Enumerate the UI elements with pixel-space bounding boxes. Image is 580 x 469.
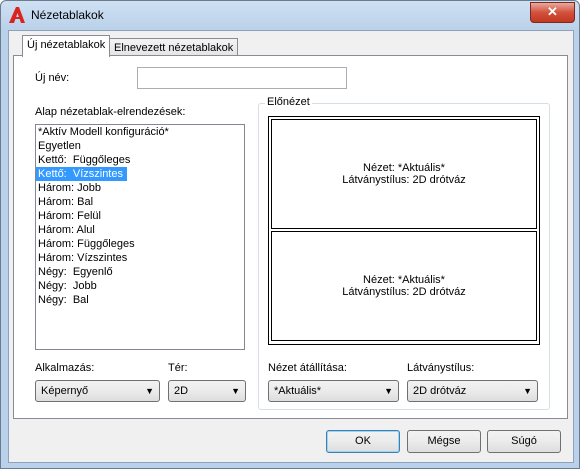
layout-list-item-label: Négy: Jobb — [38, 280, 97, 292]
ok-button[interactable]: OK — [326, 430, 400, 453]
layout-list-item-label: Négy: Bal — [38, 294, 89, 306]
chevron-down-icon: ▼ — [523, 386, 532, 396]
layout-list-item-label: Három: Jobb — [38, 182, 101, 194]
change-view-value: *Aktuális* — [274, 385, 322, 397]
layout-list-item-label: Kettő: Függőleges — [38, 154, 131, 166]
close-button[interactable]: ✕ — [530, 2, 575, 23]
layout-list-item-label: Négy: Egyenlő — [38, 266, 113, 278]
visual-style-dropdown[interactable]: 2D drótváz ▼ — [407, 380, 538, 402]
layout-list-item-label: Három: Felül — [38, 210, 101, 222]
chevron-down-icon: ▼ — [384, 386, 393, 396]
new-name-label: Új név: — [35, 72, 70, 84]
layout-list-item[interactable]: Négy: Egyenlő — [36, 265, 244, 279]
layout-list-item[interactable]: Három: Alul — [36, 223, 244, 237]
viewport-style-text: Látványstílus: 2D drótváz — [342, 286, 466, 298]
visual-style-value: 2D drótváz — [413, 385, 467, 397]
layout-list-item[interactable]: Négy: Bal — [36, 293, 244, 307]
tab-label: Új nézetablakok — [27, 39, 106, 51]
layout-list-item-label: *Aktív Modell konfiguráció* — [38, 126, 169, 138]
layout-list-item[interactable]: *Aktív Modell konfiguráció* — [36, 125, 244, 139]
preview-viewport-top[interactable]: Nézet: *Aktuális* Látványstílus: 2D drót… — [271, 119, 537, 229]
help-button[interactable]: Súgó — [487, 430, 561, 453]
visual-style-label: Látványstílus: — [407, 362, 475, 374]
layout-list-item-label: Egyetlen — [38, 140, 81, 152]
chevron-down-icon: ▼ — [145, 386, 154, 396]
layout-list-item-label: Három: Vízszintes — [38, 252, 128, 264]
layout-list-item-label: Kettő: Vízszintes — [36, 167, 127, 181]
standard-layouts-list[interactable]: *Aktív Modell konfiguráció* Egyetlen Kettő… — [35, 124, 245, 350]
layout-list-item[interactable]: Három: Függőleges — [36, 237, 244, 251]
tab-new-viewports[interactable]: Új nézetablakok — [22, 35, 111, 57]
layout-list-item-label: Három: Bal — [38, 196, 94, 208]
layout-list-item-label: Három: Alul — [38, 224, 95, 236]
close-icon: ✕ — [547, 4, 558, 19]
new-name-input[interactable] — [137, 67, 347, 89]
layout-list-item[interactable]: Három: Jobb — [36, 181, 244, 195]
layout-list-item[interactable]: Három: Bal — [36, 195, 244, 209]
apply-to-label: Alkalmazás: — [35, 362, 95, 374]
layout-list-item[interactable]: Egyetlen — [36, 139, 244, 153]
viewport-view-text: Nézet: *Aktuális* — [363, 274, 445, 286]
preview-label: Előnézet — [265, 96, 312, 108]
layout-list-item[interactable]: Kettő: Vízszintes — [36, 167, 244, 181]
layout-list-item[interactable]: Négy: Jobb — [36, 279, 244, 293]
layout-list-item-label: Három: Függőleges — [38, 238, 135, 250]
layout-list-item[interactable]: Három: Vízszintes — [36, 251, 244, 265]
change-view-dropdown[interactable]: *Aktuális* ▼ — [268, 380, 399, 402]
setup-value: 2D — [174, 385, 189, 397]
preview-viewport-bottom[interactable]: Nézet: *Aktuális* Látványstílus: 2D drót… — [271, 231, 537, 341]
standard-layouts-label: Alap nézetablak-elrendezések: — [35, 106, 186, 118]
window-title: Nézetablakok — [31, 8, 104, 22]
chevron-down-icon: ▼ — [231, 386, 240, 396]
viewport-view-text: Nézet: *Aktuális* — [363, 162, 445, 174]
apply-to-dropdown[interactable]: Képernyő ▼ — [35, 380, 160, 402]
preview-area: Nézet: *Aktuális* Látványstílus: 2D drót… — [268, 116, 540, 345]
apply-to-value: Képernyő — [41, 385, 89, 397]
layout-list-item[interactable]: Három: Felül — [36, 209, 244, 223]
setup-label: Tér: — [168, 362, 188, 374]
setup-dropdown[interactable]: 2D ▼ — [168, 380, 246, 402]
change-view-label: Nézet átállítása: — [268, 362, 347, 374]
title-bar[interactable]: Nézetablakok ✕ — [1, 1, 579, 29]
autocad-logo-icon — [9, 7, 25, 23]
layout-list-item[interactable]: Kettő: Függőleges — [36, 153, 244, 167]
viewport-style-text: Látványstílus: 2D drótváz — [342, 174, 466, 186]
tab-label: Elnevezett nézetablakok — [114, 42, 234, 54]
cancel-button[interactable]: Mégse — [407, 430, 481, 453]
